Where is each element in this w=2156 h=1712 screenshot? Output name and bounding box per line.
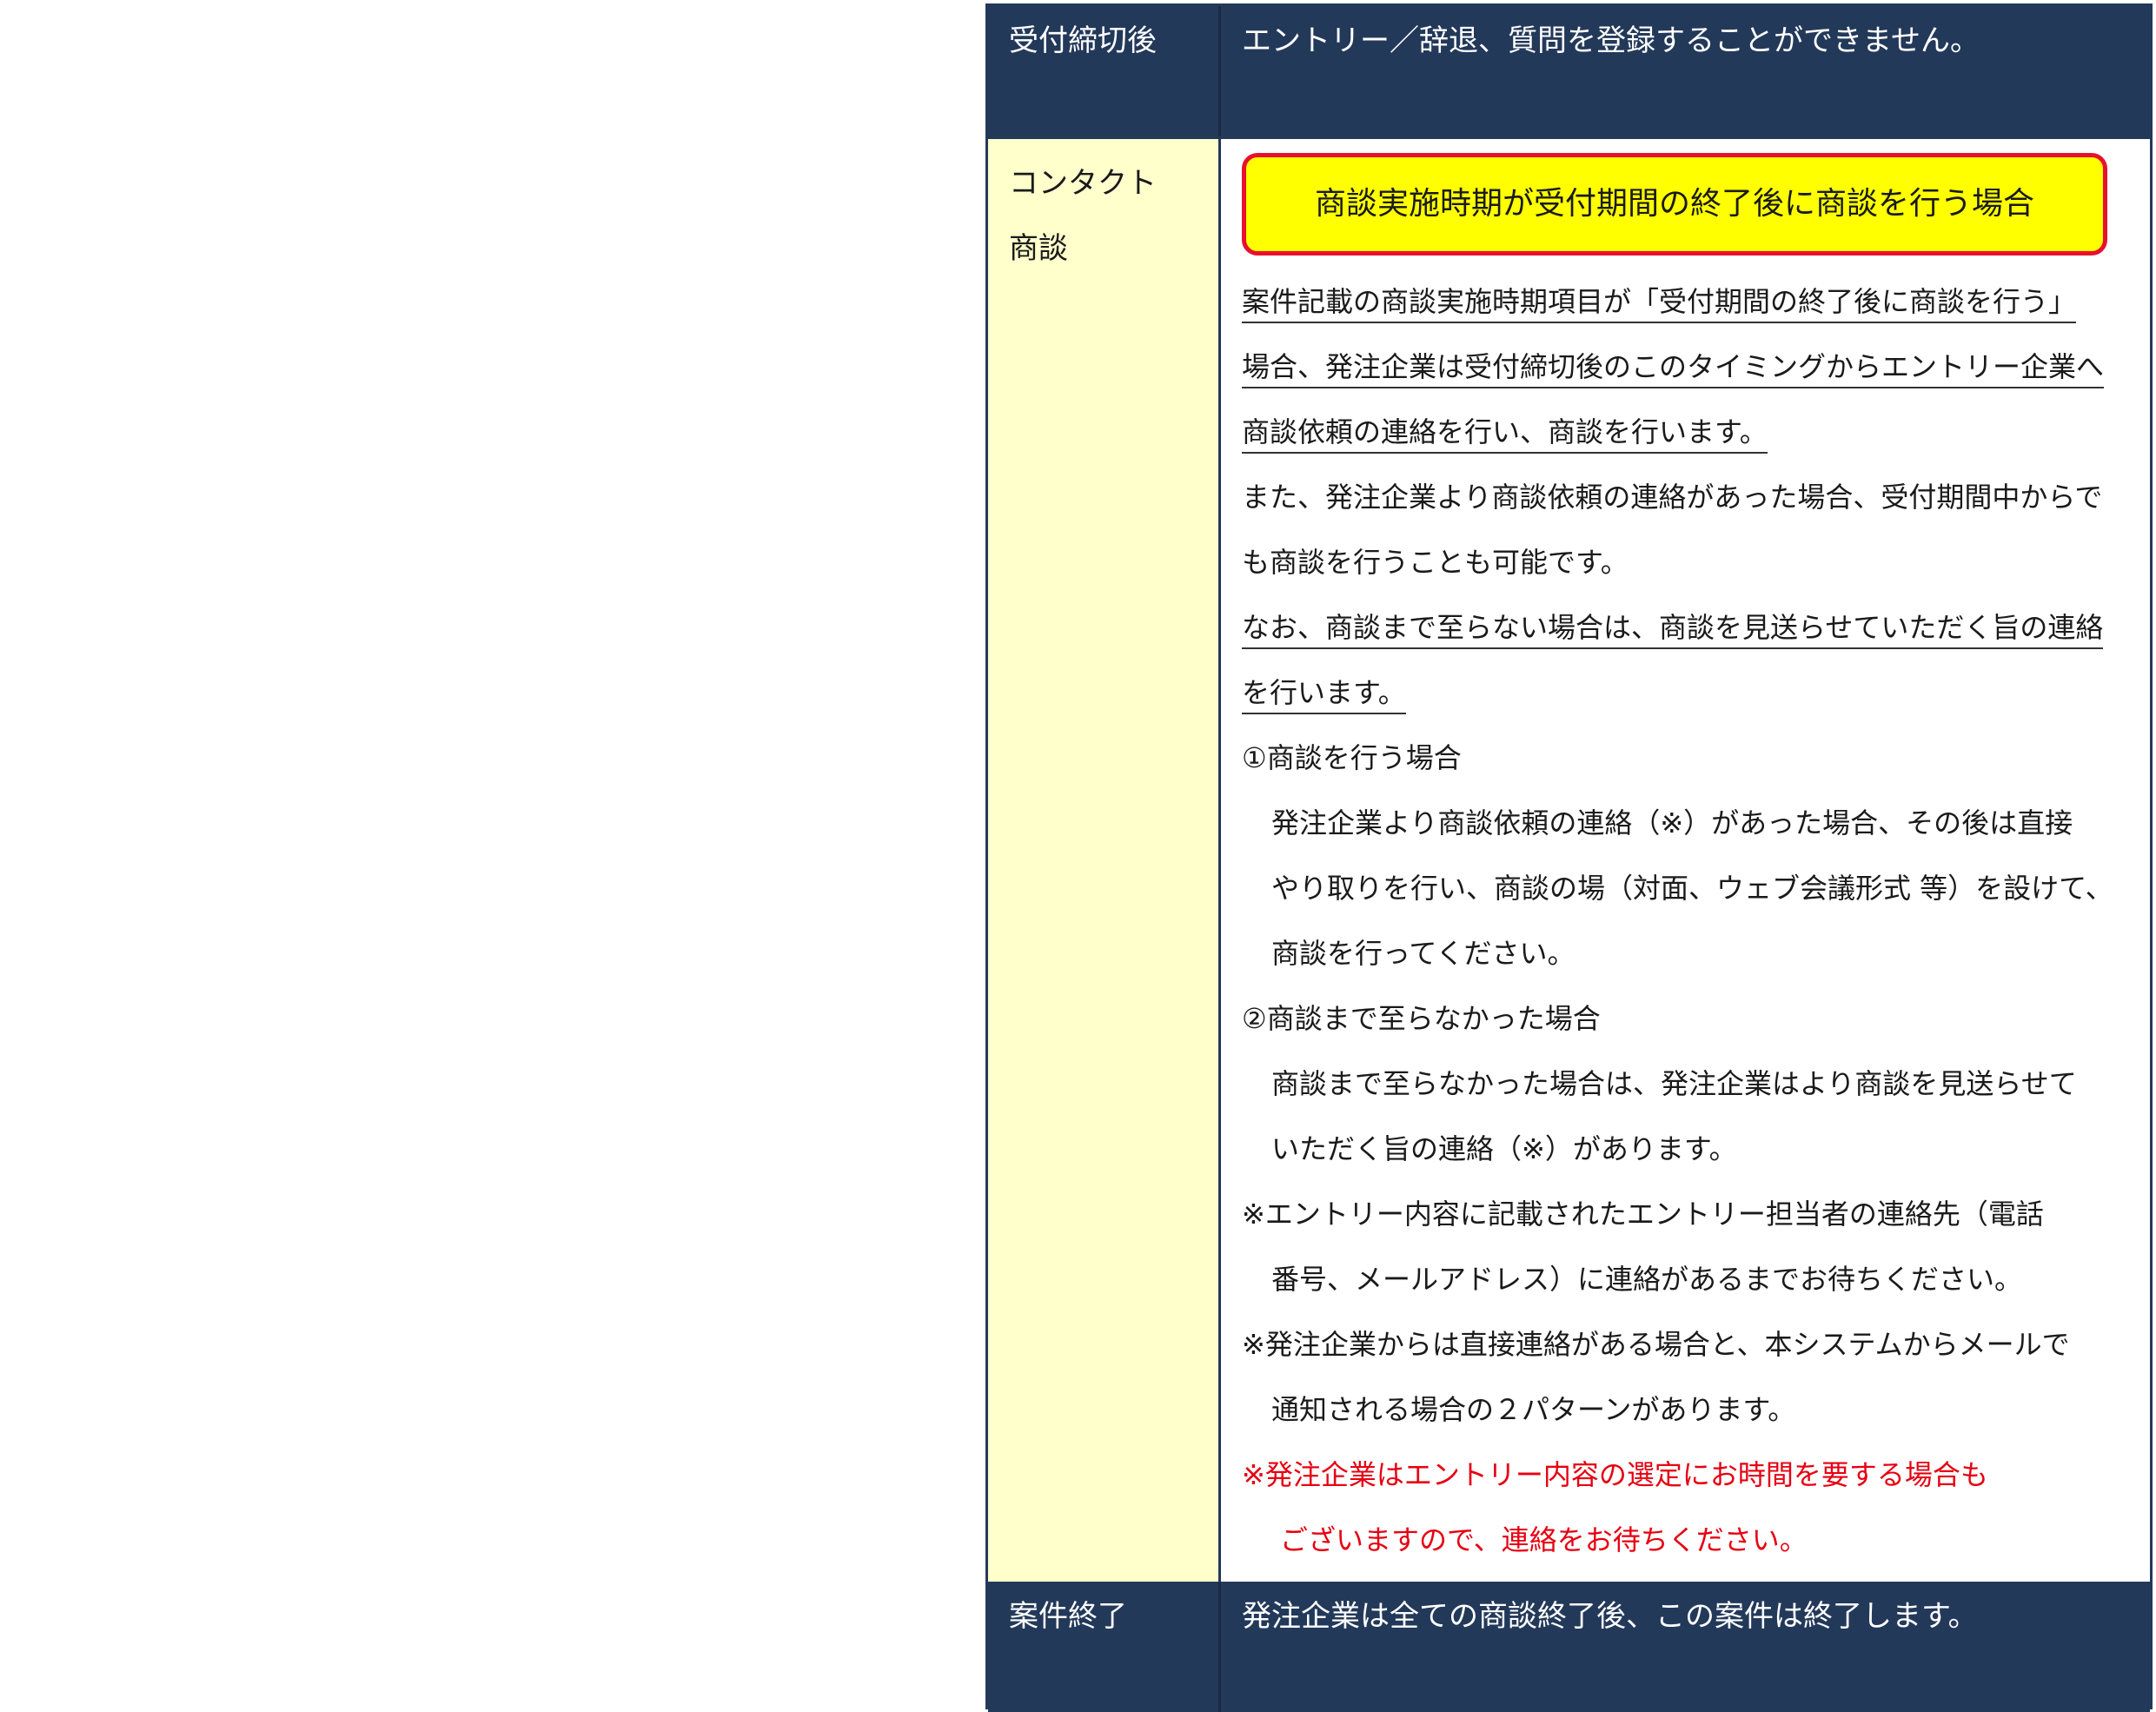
row-contact-negotiation: コンタクト 商談 商談実施時期が受付期間の終了後に商談を行う場合 案件記載の商談… (988, 136, 2150, 1584)
body-line-14: いただく旨の連絡（※）があります。 (1271, 1132, 1737, 1165)
section-heading-2: ②商談まで至らなかった場合 (1242, 1002, 1601, 1035)
row-text-after-deadline: エントリー／辞退、質問を登録することができません。 (1242, 23, 1980, 58)
body-line-10: やり取りを行い、商談の場（対面、ウェブ会議形式 等）を設けて、 (1271, 872, 2113, 905)
body-line-2: 場合、発注企業は受付締切後のこのタイミングからエントリー企業へ (1242, 335, 2129, 400)
callout-box: 商談実施時期が受付期間の終了後に商談を行う場合 (1242, 153, 2107, 255)
red-note-line-1: ※発注企業はエントリー内容の選定にお時間を要する場合も (1242, 1458, 1988, 1491)
body-line-6: なお、商談まで至らない場合は、商談を見送らせていただく旨の連絡 (1242, 595, 2129, 660)
label-negotiation: 商談 (1009, 231, 1068, 266)
body-line-13: 商談まで至らなかった場合は、発注企業はより商談を見送らせて (1271, 1067, 2077, 1100)
label-contact: コンタクト (1009, 166, 1157, 201)
body-line-4: また、発注企業より商談依頼の連絡があった場合、受付期間中からで (1242, 481, 2103, 514)
body-line-5: も商談を行うことも可能です。 (1242, 546, 1629, 579)
section-heading-1: ①商談を行う場合 (1242, 741, 1462, 774)
row-project-end: 案件終了 発注企業は全ての商談終了後、この案件は終了します。 (988, 1582, 2150, 1712)
body-line-7: を行います。 (1242, 660, 2129, 726)
row-after-deadline: 受付締切後 エントリー／辞退、質問を登録することができません。 (988, 6, 2150, 136)
body-line-3: 商談依頼の連絡を行い、商談を行います。 (1242, 400, 2129, 465)
body-line-9: 発注企業より商談依頼の連絡（※）があった場合、その後は直接 (1271, 806, 2073, 839)
row-label-project-end: 案件終了 (988, 1582, 1221, 1712)
row-label-after-deadline: 受付締切後 (988, 6, 1221, 136)
note-line-4: 通知される場合の２パターンがあります。 (1271, 1393, 1796, 1426)
row-text-project-end: 発注企業は全ての商談終了後、この案件は終了します。 (1242, 1599, 1978, 1634)
flow-table: 受付締切後 エントリー／辞退、質問を登録することができません。 コンタクト 商談… (985, 3, 2153, 1712)
body-line-1: 案件記載の商談実施時期項目が「受付期間の終了後に商談を行う」 (1242, 269, 2129, 335)
red-note-line-2: ございますので、連絡をお待ちください。 (1280, 1523, 1808, 1556)
contact-body: 商談実施時期が受付期間の終了後に商談を行う場合 案件記載の商談実施時期項目が「受… (1221, 139, 2150, 1584)
body-line-11: 商談を行ってください。 (1271, 937, 1576, 970)
note-line-3: ※発注企業からは直接連絡がある場合と、本システムからメールで (1242, 1328, 2070, 1361)
note-line-2: 番号、メールアドレス）に連絡があるまでお待ちください。 (1271, 1263, 2023, 1296)
note-line-1: ※エントリー内容に記載されたエントリー担当者の連絡先（電話 (1242, 1198, 2044, 1231)
row-label-contact-negotiation: コンタクト 商談 (988, 139, 1221, 1584)
